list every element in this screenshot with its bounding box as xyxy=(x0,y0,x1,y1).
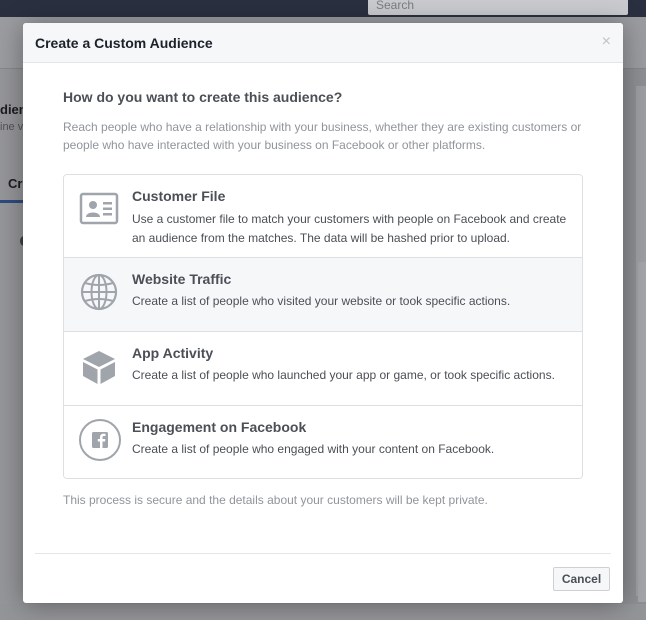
option-title: Customer File xyxy=(132,188,226,204)
option-engagement-on-facebook[interactable]: Engagement on Facebook Create a list of … xyxy=(64,406,582,478)
globe-icon xyxy=(78,271,120,313)
dialog-question: How do you want to create this audience? xyxy=(63,89,343,105)
facebook-icon xyxy=(78,418,121,461)
privacy-note: This process is secure and the details a… xyxy=(63,493,488,507)
cancel-button[interactable]: Cancel xyxy=(553,567,610,591)
background-page-left xyxy=(0,69,23,620)
dialog-header: Create a Custom Audience × xyxy=(23,23,623,63)
background-page-bottom xyxy=(0,604,646,620)
footer-divider xyxy=(35,553,611,554)
audience-type-list: Customer File Use a customer file to mat… xyxy=(63,174,583,479)
option-description: Create a list of people who visited your… xyxy=(132,294,511,308)
option-description: Create a list of people who launched you… xyxy=(132,368,555,382)
search-input[interactable]: Search xyxy=(368,0,628,15)
dialog-title: Create a Custom Audience xyxy=(35,35,213,51)
option-description: Create a list of people who engaged with… xyxy=(132,442,495,456)
option-title: App Activity xyxy=(132,345,214,361)
dialog-description: Reach people who have a relationship wit… xyxy=(63,120,582,152)
background-page-title: dien xyxy=(0,102,23,117)
close-icon[interactable]: × xyxy=(602,34,611,50)
option-app-activity[interactable]: App Activity Create a list of people who… xyxy=(64,332,582,406)
option-title: Engagement on Facebook xyxy=(132,419,307,435)
background-card-secondary xyxy=(638,262,646,602)
cube-icon xyxy=(78,346,120,388)
option-description: Use a customer file to match your custom… xyxy=(132,212,567,245)
option-customer-file[interactable]: Customer File Use a customer file to mat… xyxy=(64,175,582,258)
background-page-subtitle: ine v xyxy=(0,121,23,133)
create-custom-audience-dialog: Create a Custom Audience × How do you wa… xyxy=(23,23,623,603)
background-tab-underline xyxy=(0,200,23,203)
option-website-traffic[interactable]: Website Traffic Create a list of people … xyxy=(64,258,582,332)
contact-card-icon xyxy=(78,188,120,230)
background-tab: Cr xyxy=(8,176,23,191)
option-title: Website Traffic xyxy=(132,271,232,287)
